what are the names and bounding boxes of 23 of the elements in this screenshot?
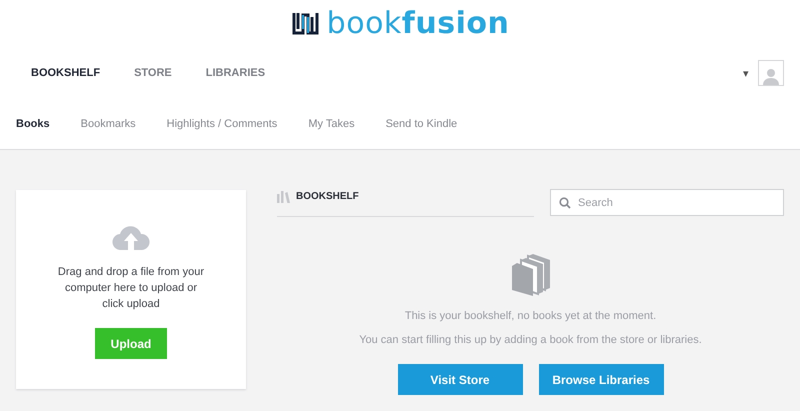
upload-button[interactable]: Upload <box>95 328 167 359</box>
nav-link[interactable]: BOOKSHELF <box>31 67 100 79</box>
empty-message: You can start filling this up by adding a book from the store or libraries. <box>359 334 702 346</box>
avatar-icon[interactable] <box>758 60 784 86</box>
search-field[interactable]: Search <box>550 189 784 216</box>
search-icon <box>559 197 571 209</box>
nav-link[interactable]: STORE <box>134 67 172 79</box>
tab[interactable]: Bookmarks <box>80 118 136 130</box>
section-heading: BOOKSHELF <box>296 191 359 202</box>
tab[interactable]: Books <box>16 118 50 130</box>
books-icon <box>512 254 550 296</box>
action-button[interactable]: Browse Libraries <box>538 364 664 395</box>
tab[interactable]: My Takes <box>308 118 355 130</box>
action-button[interactable]: Visit Store <box>398 364 522 395</box>
logo-text[interactable]: bookfusion <box>326 6 510 42</box>
upload-instructions: Drag and drop a file from your computer here to upload or click upload <box>56 265 206 312</box>
tab[interactable]: Highlights / Comments <box>166 118 278 130</box>
nav-link[interactable]: LIBRARIES <box>206 67 266 79</box>
dropdown-caret-icon[interactable]: ▾ <box>743 66 749 80</box>
books-icon <box>277 191 290 203</box>
cloud-upload-icon <box>112 224 150 250</box>
empty-message: This is your bookshelf, no books yet at the moment. <box>404 310 656 322</box>
tab[interactable]: Send to Kindle <box>386 118 458 130</box>
